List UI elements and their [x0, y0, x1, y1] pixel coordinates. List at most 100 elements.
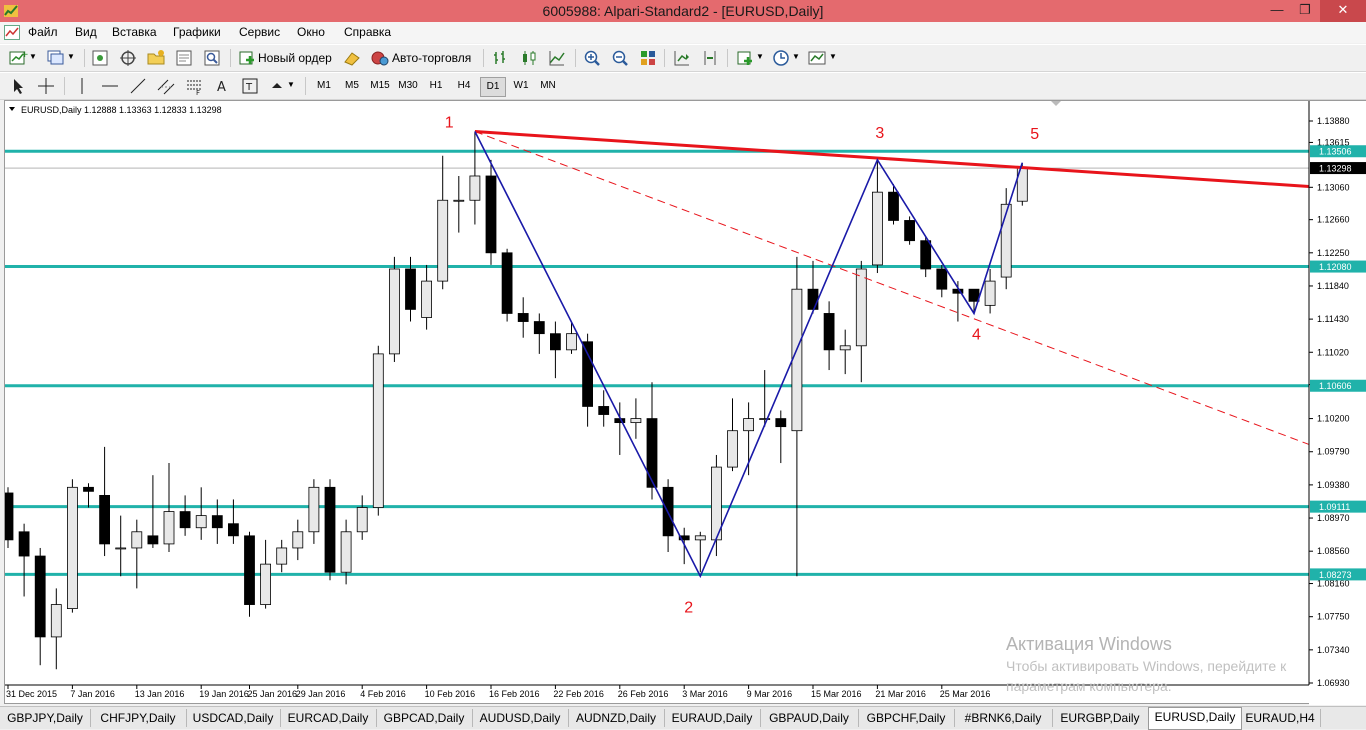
bullish-candle	[743, 418, 754, 432]
auto-scroll-icon[interactable]	[672, 48, 692, 68]
timeframe-m5[interactable]: M5	[340, 77, 364, 95]
price-tick-label: 1.12250	[1317, 248, 1350, 258]
menu-tools[interactable]: Сервис	[239, 25, 280, 39]
bullish-candle	[759, 418, 771, 420]
bearish-candle	[147, 535, 159, 545]
templates-icon[interactable]	[807, 48, 827, 68]
bearish-candle	[533, 321, 545, 335]
terminal-icon[interactable]	[174, 48, 194, 68]
new-order-icon[interactable]	[237, 48, 257, 68]
chart-window-icon[interactable]	[4, 25, 20, 40]
chart-tab[interactable]: USDCAD,Daily	[186, 709, 281, 727]
price-chart[interactable]: 12345 1.138801.136151.130601.126601.1225…	[5, 101, 1366, 705]
zoom-out-icon[interactable]	[610, 48, 630, 68]
date-tick-label: 22 Feb 2016	[553, 689, 604, 699]
timeframe-d1[interactable]: D1	[480, 77, 506, 97]
bullish-candle	[50, 604, 62, 638]
date-tick-label: 9 Mar 2016	[747, 689, 793, 699]
date-tick-label: 25 Mar 2016	[940, 689, 991, 699]
crosshair-icon[interactable]	[36, 76, 56, 96]
chart-tab[interactable]: CHFJPY,Daily	[90, 709, 187, 727]
chart-tab[interactable]: GBPJPY,Daily	[0, 709, 91, 727]
auto-trading-icon[interactable]	[370, 48, 390, 68]
bullish-candle	[308, 486, 320, 533]
chart-tab[interactable]: AUDNZD,Daily	[568, 709, 665, 727]
text-label-icon[interactable]: T	[240, 76, 260, 96]
line-chart-icon[interactable]	[547, 48, 567, 68]
timeframe-m30[interactable]: M30	[396, 77, 420, 95]
menu-insert[interactable]: Вставка	[112, 25, 157, 39]
chart-tab[interactable]: GBPCAD,Daily	[376, 709, 473, 727]
bearish-candle	[598, 406, 610, 415]
trendline-icon[interactable]	[128, 76, 148, 96]
bar-chart-icon[interactable]	[491, 48, 511, 68]
arrows-dropdown-icon[interactable]: ▼	[287, 80, 307, 100]
menu-file[interactable]: Файл	[28, 25, 58, 39]
chart-tab[interactable]: GBPAUD,Daily	[760, 709, 859, 727]
timeframe-m1[interactable]: M1	[312, 77, 336, 95]
bearish-candle	[179, 511, 191, 529]
chart-tab[interactable]: EURCAD,Daily	[280, 709, 377, 727]
window-title: 6005988: Alpari-Standard2 - [EURUSD,Dail…	[542, 3, 824, 19]
date-tick-label: 15 Mar 2016	[811, 689, 862, 699]
periods-clock-icon[interactable]	[771, 48, 791, 68]
bullish-candle	[469, 175, 481, 201]
metaeditor-icon[interactable]	[342, 48, 362, 68]
bearish-candle	[807, 288, 819, 310]
new-order-button[interactable]: Новый ордер	[258, 51, 332, 65]
chart-header-dropdown-icon[interactable]	[9, 107, 15, 111]
close-button[interactable]: ✕	[1320, 0, 1366, 22]
chart-tab[interactable]: EURAUD,H4	[1240, 709, 1321, 727]
chart-tab[interactable]: #BRNK6,Daily	[954, 709, 1053, 727]
elliott-wave-line	[474, 131, 1024, 579]
menu-window[interactable]: Окно	[297, 25, 325, 39]
timeframe-h1[interactable]: H1	[424, 77, 448, 95]
menu-view[interactable]: Вид	[75, 25, 97, 39]
menu-help[interactable]: Справка	[344, 25, 391, 39]
vertical-line-icon[interactable]	[72, 76, 92, 96]
wave-label-3: 3	[875, 125, 884, 142]
new-chart-icon[interactable]: +	[8, 48, 28, 68]
price-tick-label: 1.07750	[1317, 612, 1350, 622]
templates-dropdown-icon[interactable]: ▼	[829, 52, 849, 72]
chart-shift-marker-icon[interactable]	[1051, 101, 1061, 106]
cursor-icon[interactable]	[8, 76, 28, 96]
text-icon[interactable]: A	[212, 76, 232, 96]
maximize-button[interactable]: ❐	[1290, 0, 1320, 22]
market-watch-icon[interactable]	[90, 48, 110, 68]
fibonacci-icon[interactable]: F	[184, 76, 204, 96]
timeframe-m15[interactable]: M15	[368, 77, 392, 95]
bullish-candle	[340, 531, 352, 573]
navigator-icon[interactable]	[146, 48, 166, 68]
price-tick-label: 1.09380	[1317, 480, 1350, 490]
profiles-icon[interactable]	[46, 48, 66, 68]
arrows-icon[interactable]	[268, 76, 288, 96]
date-tick-label: 7 Jan 2016	[70, 689, 115, 699]
chart-tab[interactable]: EURAUD,Daily	[664, 709, 761, 727]
date-tick-label: 13 Jan 2016	[135, 689, 185, 699]
timeframe-mn[interactable]: MN	[536, 77, 560, 95]
zoom-in-icon[interactable]	[582, 48, 602, 68]
equidistant-channel-icon[interactable]	[156, 76, 176, 96]
data-window-icon[interactable]	[118, 48, 138, 68]
chart-window[interactable]: 12345 1.13880 1.13615 1.13060 1.12660 1.1225…	[4, 100, 1366, 705]
minimize-button[interactable]: —	[1262, 0, 1292, 22]
chart-tab[interactable]: EURUSD,Daily	[1148, 707, 1242, 730]
candlestick-chart-icon[interactable]	[519, 48, 539, 68]
tile-windows-icon[interactable]	[638, 48, 658, 68]
strategy-tester-icon[interactable]	[202, 48, 222, 68]
auto-trading-button[interactable]: Авто-торговля	[392, 51, 471, 65]
bullish-candle	[437, 199, 449, 282]
chart-tab[interactable]: EURGBP,Daily	[1052, 709, 1149, 727]
chart-shift-icon[interactable]	[700, 48, 720, 68]
bearish-candle	[550, 333, 561, 351]
timeframe-h4[interactable]: H4	[452, 77, 476, 95]
indicators-icon[interactable]	[735, 48, 755, 68]
chart-tab[interactable]: AUDUSD,Daily	[472, 709, 569, 727]
timeframe-w1[interactable]: W1	[509, 77, 533, 95]
horizontal-line-icon[interactable]	[100, 76, 120, 96]
bullish-candle	[791, 288, 803, 432]
bullish-candle	[984, 280, 996, 306]
chart-tab[interactable]: GBPCHF,Daily	[858, 709, 955, 727]
menu-charts[interactable]: Графики	[173, 25, 221, 39]
